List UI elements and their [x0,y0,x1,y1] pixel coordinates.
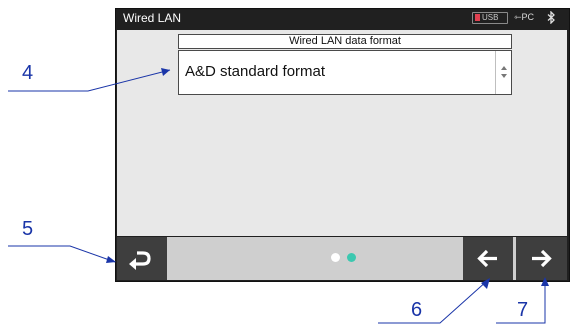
field-label: Wired LAN data format [178,34,512,49]
callout-number-6: 6 [411,299,423,321]
screen-title: Wired LAN [123,11,182,25]
page-dot-2-active [347,253,356,262]
callout-number-5: 5 [22,218,34,240]
usb-indicator: USB [472,12,508,24]
page-dot-1 [331,253,340,262]
arrow-right-icon [532,249,552,268]
callout-line-5 [8,245,116,263]
callout-line-6 [378,279,489,324]
next-button[interactable] [516,237,567,280]
callout-number-4: 4 [22,62,34,84]
usb-label: USB [482,13,499,22]
back-button[interactable] [117,237,167,280]
bluetooth-icon [547,11,555,24]
usb-icon [475,14,480,21]
return-arrow-icon [129,251,151,270]
pc-connection-icon: ⇽ [514,12,522,22]
up-down-arrows-icon[interactable] [497,62,511,82]
previous-button[interactable] [463,237,513,280]
pc-label: PC [521,12,535,22]
data-format-value: A&D standard format [185,63,326,80]
select-divider [495,51,496,94]
pc-indicator: ⇽PC [514,11,534,24]
arrow-left-icon [477,249,497,268]
callout-number-7: 7 [517,299,529,321]
